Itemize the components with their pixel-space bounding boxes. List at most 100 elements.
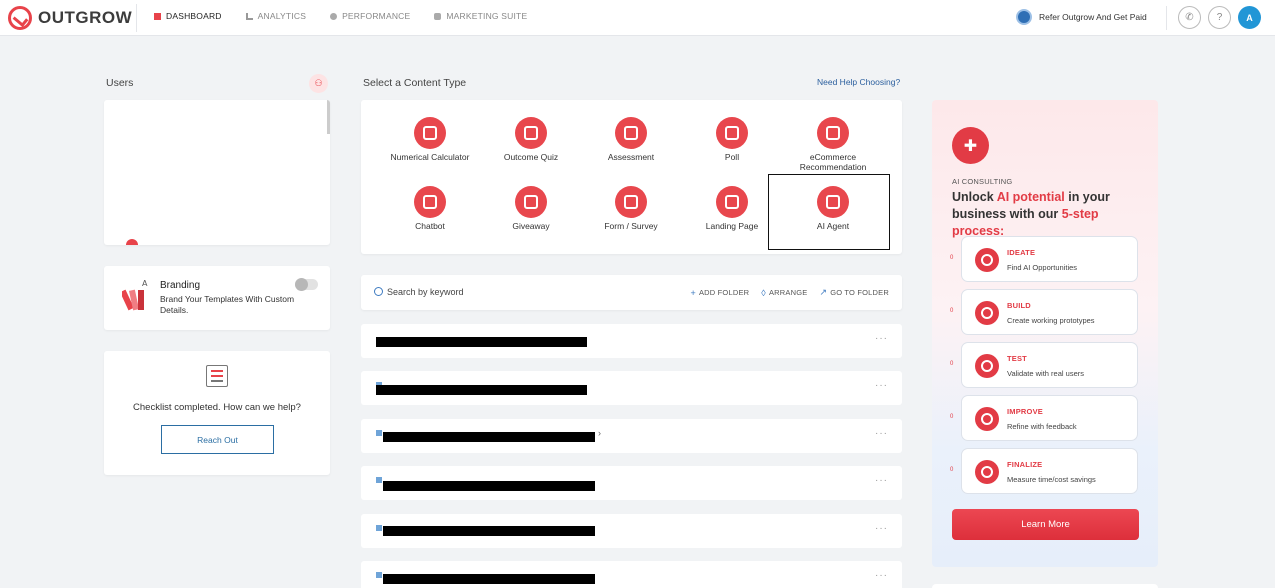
- step-description: Create working prototypes: [1007, 316, 1095, 325]
- top-navigation-bar: OUTGROW DASHBOARD ANALYTICS PERFORMANCE …: [0, 0, 1275, 36]
- content-type-card: Numerical Calculator Outcome Quiz Assess…: [361, 100, 902, 254]
- type-label: Giveaway: [512, 221, 550, 231]
- content-row[interactable]: ···: [361, 371, 902, 405]
- more-options-icon[interactable]: ···: [875, 523, 888, 534]
- bottom-card: [932, 584, 1158, 588]
- step-marker: 0: [950, 361, 954, 367]
- type-label: Form / Survey: [604, 221, 658, 231]
- content-row[interactable]: ···: [361, 324, 902, 358]
- nav-analytics-label: ANALYTICS: [257, 11, 307, 21]
- type-label: Chatbot: [415, 221, 445, 231]
- users-settings-icon[interactable]: ⚇: [309, 74, 328, 93]
- plus-icon: +: [690, 287, 696, 298]
- help-icon[interactable]: ?: [1208, 6, 1231, 29]
- content-row[interactable]: ···: [361, 561, 902, 588]
- step-marker: 0: [950, 414, 954, 420]
- calculator-icon: [414, 117, 446, 149]
- step-description: Find AI Opportunities: [1007, 263, 1078, 272]
- content-row[interactable]: ···: [361, 514, 902, 548]
- type-ecommerce-recommendation[interactable]: eCommerce Recommendation: [781, 117, 885, 173]
- branding-card: A Branding Brand Your Templates With Cus…: [104, 266, 330, 330]
- type-outcome-quiz[interactable]: Outcome Quiz: [479, 117, 583, 163]
- performance-icon: [330, 12, 338, 20]
- nav-divider: [136, 4, 137, 32]
- step-build: BUILD Create working prototypes: [961, 289, 1138, 335]
- refer-label: Refer Outgrow And Get Paid: [1039, 12, 1147, 22]
- bar-chart-icon: [615, 117, 647, 149]
- content-row[interactable]: ···: [361, 466, 902, 500]
- go-to-folder-label: GO TO FOLDER: [830, 288, 889, 297]
- trend-up-icon: [975, 407, 999, 431]
- type-assessment[interactable]: Assessment: [579, 117, 683, 163]
- go-to-folder-button[interactable]: ↗ GO TO FOLDER: [819, 287, 889, 298]
- brand-name: OUTGROW: [38, 8, 133, 27]
- type-label: Outcome Quiz: [503, 152, 559, 162]
- arrange-icon: ◊: [761, 287, 766, 298]
- redacted-title: [383, 574, 595, 584]
- user-avatar-dot: [126, 239, 138, 245]
- more-options-icon[interactable]: ···: [875, 428, 888, 439]
- thumbs-up-icon: [716, 117, 748, 149]
- type-chatbot[interactable]: Chatbot: [378, 186, 482, 232]
- search-input[interactable]: [387, 284, 637, 300]
- nav-analytics[interactable]: ANALYTICS: [245, 11, 307, 21]
- refer-link[interactable]: Refer Outgrow And Get Paid: [1016, 9, 1147, 25]
- clipboard-icon: [615, 186, 647, 218]
- checklist-card: Checklist completed. How can we help? Re…: [104, 351, 330, 475]
- arrange-button[interactable]: ◊ ARRANGE: [761, 287, 807, 298]
- type-numerical-calculator[interactable]: Numerical Calculator: [378, 117, 482, 163]
- step-marker: 0: [950, 255, 954, 261]
- redacted-title: [383, 481, 595, 491]
- step-title: FINALIZE: [1007, 460, 1043, 469]
- branding-title: Branding: [160, 280, 201, 291]
- type-label: Numerical Calculator: [390, 152, 470, 162]
- type-giveaway[interactable]: Giveaway: [479, 186, 583, 232]
- learn-more-button[interactable]: Learn More: [952, 509, 1139, 540]
- user-avatar[interactable]: A: [1238, 6, 1261, 29]
- layout-icon: [716, 186, 748, 218]
- ai-consulting-card: ✚ AI CONSULTING Unlock AI potential in y…: [932, 100, 1158, 567]
- outgrow-logo[interactable]: OUTGROW: [8, 6, 132, 30]
- phone-icon[interactable]: ✆: [1178, 6, 1201, 29]
- color-palette-icon: A: [122, 279, 148, 311]
- dashboard-icon: [154, 12, 161, 20]
- arrange-label: ARRANGE: [768, 288, 808, 297]
- ai-consulting-headline: Unlock AI potential in your business wit…: [952, 189, 1152, 240]
- content-row[interactable]: › ···: [361, 419, 902, 453]
- checklist-message: Checklist completed. How can we help?: [133, 402, 301, 413]
- need-help-link[interactable]: Need Help Choosing?: [817, 77, 900, 87]
- step-finalize: FINALIZE Measure time/cost savings: [961, 448, 1138, 494]
- main-nav: DASHBOARD ANALYTICS PERFORMANCE MARKETIN…: [154, 11, 527, 21]
- more-options-icon[interactable]: ···: [875, 333, 888, 344]
- type-poll[interactable]: Poll: [680, 117, 784, 163]
- branding-description: Brand Your Templates With Custom Details…: [160, 294, 295, 316]
- more-options-icon[interactable]: ···: [875, 475, 888, 486]
- users-title: Users: [106, 77, 134, 89]
- nav-dashboard[interactable]: DASHBOARD: [154, 11, 222, 21]
- more-options-icon[interactable]: ···: [875, 570, 888, 581]
- step-test: TEST Validate with real users: [961, 342, 1138, 388]
- redacted-title: [383, 526, 595, 536]
- image-icon: [376, 477, 382, 483]
- help-label: ?: [1216, 12, 1223, 23]
- check-circle-icon: [975, 460, 999, 484]
- users-scrollbar[interactable]: [327, 100, 330, 134]
- share-arrow-icon: ↗: [819, 287, 828, 297]
- branding-toggle[interactable]: [295, 278, 318, 291]
- folder-actions: + ADD FOLDER ◊ ARRANGE ↗ GO TO FOLDER: [690, 287, 889, 298]
- step-improve: IMPROVE Refine with feedback: [961, 395, 1138, 441]
- type-form-survey[interactable]: Form / Survey: [579, 186, 683, 232]
- step-title: TEST: [1007, 354, 1027, 363]
- nav-marketing-suite[interactable]: MARKETING SUITE: [434, 11, 527, 21]
- nav-performance[interactable]: PERFORMANCE: [330, 11, 410, 21]
- add-folder-button[interactable]: + ADD FOLDER: [690, 287, 749, 298]
- redacted-title: [383, 432, 595, 442]
- add-folder-label: ADD FOLDER: [698, 288, 750, 297]
- type-label: eCommerce Recommendation: [799, 152, 867, 172]
- lightbulb-icon: [975, 248, 999, 272]
- step-title: BUILD: [1007, 301, 1031, 310]
- reach-out-button[interactable]: Reach Out: [161, 425, 274, 454]
- more-options-icon[interactable]: ···: [875, 380, 888, 391]
- image-icon: [376, 572, 382, 578]
- headline-highlight: AI potential: [996, 190, 1065, 204]
